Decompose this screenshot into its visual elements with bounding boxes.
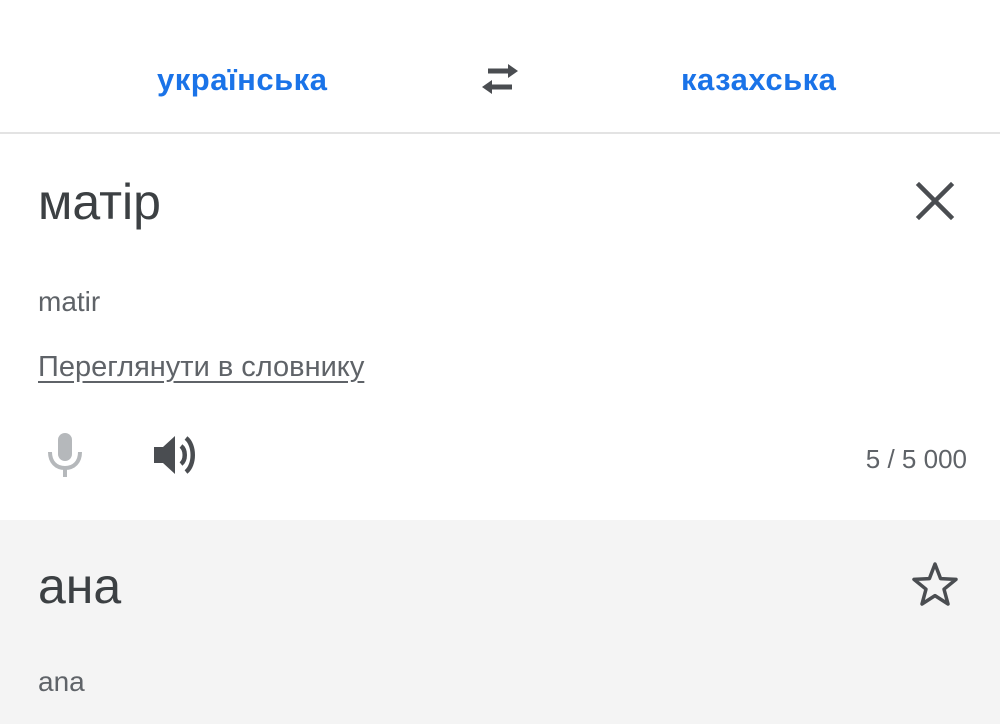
swap-arrows-icon <box>482 64 518 94</box>
source-text-input[interactable]: матір <box>38 170 161 234</box>
character-count: 5 / 5 000 <box>865 444 967 474</box>
microphone-button[interactable] <box>38 428 92 482</box>
close-icon <box>915 181 955 221</box>
translate-app: українська казахська матір matir Перегля… <box>0 0 1000 724</box>
clear-button[interactable] <box>910 176 960 226</box>
microphone-icon <box>48 433 82 477</box>
swap-languages-button[interactable] <box>474 56 526 104</box>
star-outline-icon <box>912 562 958 606</box>
dictionary-link[interactable]: Переглянути в словнику <box>38 348 364 386</box>
save-translation-button[interactable] <box>908 558 962 612</box>
speaker-icon <box>154 436 195 474</box>
target-language-button[interactable]: казахська <box>681 58 836 102</box>
language-bar: українська казахська <box>0 0 1000 134</box>
translation-text: ана <box>38 558 122 614</box>
listen-button[interactable] <box>148 428 204 482</box>
source-transliteration: matir <box>38 286 101 317</box>
source-language-button[interactable]: українська <box>157 58 327 102</box>
translation-result-panel: ана ana <box>0 520 1000 724</box>
translation-transliteration: ana <box>38 666 85 697</box>
